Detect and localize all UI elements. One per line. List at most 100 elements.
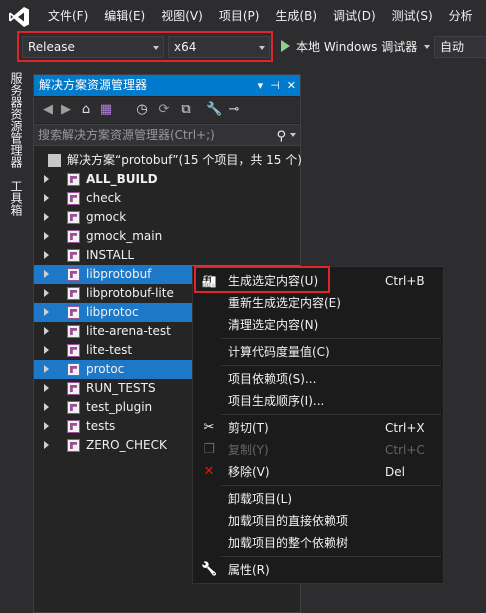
chevron-down-icon[interactable] [424, 45, 430, 49]
project-label: gmock [86, 210, 127, 224]
properties-wrench-icon[interactable]: 🔧 [206, 102, 222, 118]
context-menu-label: 重新生成选定内容(E) [228, 296, 341, 310]
forward-icon[interactable]: ▶ [58, 102, 74, 118]
menu-item[interactable]: 分析 [441, 0, 481, 32]
expand-arrow-icon[interactable] [44, 308, 49, 316]
highlight-box-build-selection [194, 266, 330, 293]
wrench-icon: 🔧 [201, 562, 218, 577]
project-node[interactable]: gmock_main [34, 227, 300, 246]
project-label: libprotobuf-lite [86, 286, 174, 300]
pending-changes-icon[interactable]: ◷ [134, 102, 150, 118]
project-label: gmock_main [86, 229, 163, 243]
project-label: protoc [86, 362, 125, 376]
shortcut-label: Ctrl+C [385, 443, 425, 457]
menu-item[interactable]: 测试(S) [384, 0, 441, 32]
expand-arrow-icon[interactable] [44, 384, 49, 392]
project-label: ZERO_CHECK [86, 438, 167, 452]
context-menu-item[interactable]: 卸载项目(L) [193, 488, 443, 510]
menu-item[interactable]: 生成(B) [267, 0, 325, 32]
server-explorer-tab[interactable]: 服务器资源管理器 [8, 72, 25, 168]
project-label: ALL_BUILD [86, 172, 158, 186]
shortcut-label: Ctrl+X [385, 421, 425, 435]
project-label: libprotobuf [86, 267, 152, 281]
context-menu-item[interactable]: 清理选定内容(N) [193, 314, 443, 336]
menu-item[interactable]: 编辑(E) [96, 0, 153, 32]
project-icon [67, 268, 80, 281]
menu-item[interactable]: 视图(V) [153, 0, 211, 32]
home-icon[interactable]: ⌂ [78, 102, 94, 118]
project-icon [67, 401, 80, 414]
menu-item[interactable]: 文件(F) [40, 0, 96, 32]
expand-arrow-icon[interactable] [44, 194, 49, 202]
solution-node[interactable]: 解决方案“protobuf”(15 个项目，共 15 个) [34, 151, 302, 170]
preview-icon[interactable]: ⊸ [226, 102, 242, 118]
context-menu-label: 移除(V) [228, 465, 270, 479]
solution-label: 解决方案“protobuf”(15 个项目，共 15 个) [67, 153, 302, 167]
project-label: test_plugin [86, 400, 153, 414]
scissors-icon: ✂ [203, 420, 215, 435]
expand-arrow-icon[interactable] [44, 289, 49, 297]
close-icon[interactable]: ✕ [287, 75, 296, 96]
search-icon[interactable]: ⚲ [276, 127, 286, 147]
project-icon [67, 420, 80, 433]
menu-separator [221, 365, 441, 366]
expand-arrow-icon[interactable] [44, 251, 49, 259]
collapse-all-icon[interactable]: ⧉ [178, 102, 194, 118]
context-menu-label: 项目生成顺序(I)... [228, 394, 325, 408]
expand-arrow-icon[interactable] [44, 403, 49, 411]
expand-arrow-icon[interactable] [44, 441, 49, 449]
context-menu-label: 项目依赖项(S)... [228, 372, 317, 386]
highlight-box-configuration [17, 31, 273, 62]
expand-arrow-icon[interactable] [44, 422, 49, 430]
expand-arrow-icon[interactable] [44, 365, 49, 373]
window-position-icon[interactable]: ▾ [258, 75, 264, 96]
search-input[interactable]: 搜索解决方案资源管理器(Ctrl+;) ⚲ [34, 124, 300, 146]
project-label: libprotoc [86, 305, 139, 319]
menu-item[interactable]: 调试(D) [325, 0, 384, 32]
project-icon [67, 211, 80, 224]
copy-icon: ❐ [203, 442, 215, 457]
project-node[interactable]: ALL_BUILD [34, 170, 300, 189]
toolbox-tab[interactable]: 工具箱 [8, 180, 25, 216]
context-menu-item: ❐ 复制(Y) Ctrl+C [193, 439, 443, 461]
project-node[interactable]: gmock [34, 208, 300, 227]
pin-icon[interactable]: ⊣ [270, 75, 280, 96]
project-icon [67, 249, 80, 262]
expand-arrow-icon[interactable] [44, 346, 49, 354]
visual-studio-logo-icon [9, 7, 29, 27]
expand-arrow-icon[interactable] [44, 213, 49, 221]
project-label: tests [86, 419, 116, 433]
expand-arrow-icon[interactable] [44, 175, 49, 183]
menu-item[interactable]: 项目(P) [211, 0, 268, 32]
start-debugging-icon[interactable] [281, 40, 290, 52]
project-node[interactable]: INSTALL [34, 246, 300, 265]
expand-arrow-icon[interactable] [44, 232, 49, 240]
context-menu-item[interactable]: 计算代码度量值(C) [193, 341, 443, 363]
context-menu-item[interactable]: 加载项目的直接依赖项 [193, 510, 443, 532]
chevron-down-icon[interactable] [290, 133, 296, 137]
project-node[interactable]: check [34, 189, 300, 208]
menu-separator [221, 485, 441, 486]
switch-views-icon[interactable]: ▦ [98, 102, 114, 118]
debugger-mode-value: 自动 [440, 40, 465, 54]
context-menu-item[interactable]: 项目依赖项(S)... [193, 368, 443, 390]
context-menu-item[interactable]: ✕ 移除(V) Del [193, 461, 443, 483]
shortcut-label: Del [385, 465, 405, 479]
context-menu-item[interactable]: 重新生成选定内容(E) [193, 292, 443, 314]
expand-arrow-icon[interactable] [44, 327, 49, 335]
debugger-mode-dropdown[interactable]: 自动 [434, 36, 486, 58]
context-menu-item[interactable]: 🔧 属性(R) [193, 559, 443, 581]
context-menu-label: 加载项目的整个依赖树 [228, 536, 349, 550]
context-menu-item[interactable]: 加载项目的整个依赖树 [193, 532, 443, 554]
context-menu-item[interactable]: 项目生成顺序(I)... [193, 390, 443, 412]
expand-arrow-icon[interactable] [44, 270, 49, 278]
project-label: lite-test [86, 343, 133, 357]
sync-icon[interactable]: ⟳ [156, 102, 172, 118]
panel-title: 解决方案资源管理器 [39, 78, 148, 92]
menu-bar: 文件(F) 编辑(E) 视图(V) 项目(P) 生成(B) 调试(D) 测试(S) 分析 [0, 0, 486, 32]
back-icon[interactable]: ◀ [40, 102, 56, 118]
project-icon [67, 287, 80, 300]
context-menu-item[interactable]: ✂ 剪切(T) Ctrl+X [193, 417, 443, 439]
context-menu: 🏭 生成选定内容(U) Ctrl+B 重新生成选定内容(E) 清理选定内容(N) 计算代码… [192, 266, 444, 584]
start-debugger-button[interactable]: 本地 Windows 调试器 [296, 38, 417, 55]
